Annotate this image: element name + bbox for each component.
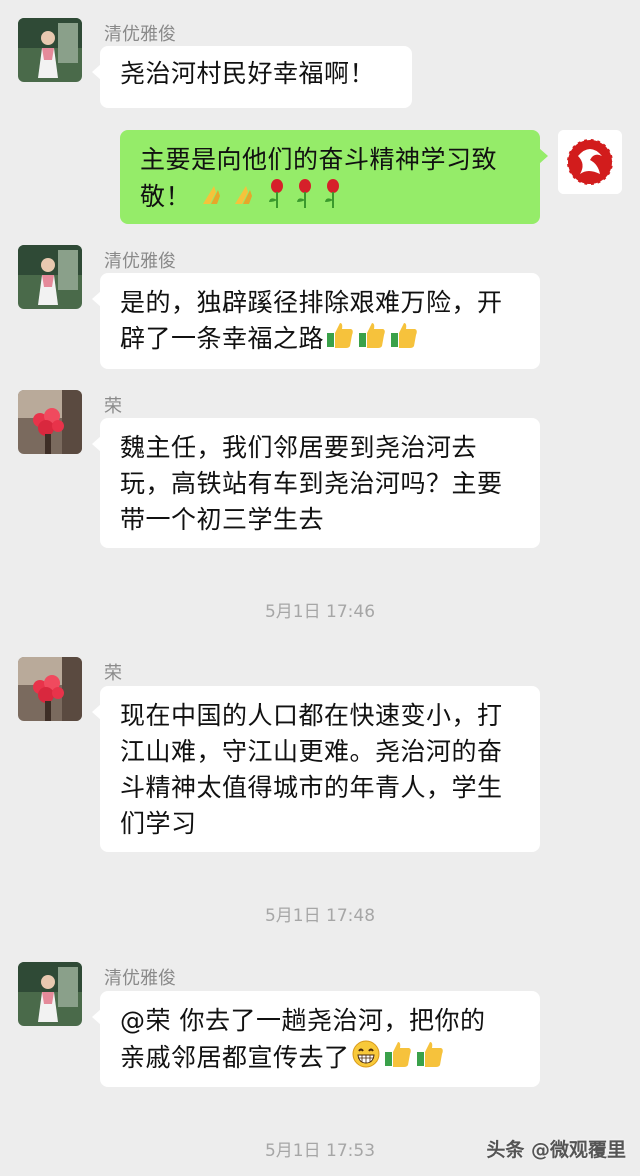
message-bubble[interactable]: 尧治河村民好幸福啊！ <box>92 46 412 108</box>
message-bubble[interactable]: 魏主任，我们邻居要到尧治河去 玩，高铁站有车到尧治河吗？主要 带一个初三学生去 <box>92 418 540 548</box>
message-text: 亲戚邻居都宣传去了 <box>120 1043 350 1072</box>
timestamp: 5月1日 17:48 <box>264 906 376 926</box>
timestamp: 5月1日 17:46 <box>264 602 376 622</box>
rose-icon <box>264 178 290 218</box>
avatar-qingyouyajun[interactable] <box>18 245 82 309</box>
message-text: 尧治河村民好幸福啊！ <box>120 59 376 88</box>
message-bubble[interactable]: 是的，独辟蹊径排除艰难万险，开 辟了一条幸福之路 <box>92 273 540 369</box>
praying-hands-icon <box>200 180 230 216</box>
rose-icon <box>292 178 318 218</box>
message-text: 敬！ <box>140 182 192 211</box>
thumbs-up-icon <box>389 321 419 359</box>
sender-name: 清优雅俊 <box>104 968 176 989</box>
message-bubble[interactable]: 现在中国的人口都在快速变小，打 江山难，守江山更难。尧治河的奋 斗精神太值得城市… <box>92 686 540 852</box>
message-text: 玩，高铁站有车到尧治河吗？主要 <box>120 469 503 498</box>
avatar-qingyouyajun[interactable] <box>18 962 82 1026</box>
message-text: 斗精神太值得城市的年青人，学生 <box>120 773 503 802</box>
sender-name: 荣 <box>104 663 122 684</box>
avatar-rong[interactable] <box>18 390 82 454</box>
avatar-self[interactable] <box>558 130 622 194</box>
avatar-qingyouyajun[interactable] <box>18 18 82 82</box>
rose-icon <box>320 178 346 218</box>
thumbs-up-icon <box>357 321 387 359</box>
message-text: 带一个初三学生去 <box>120 505 325 534</box>
message-text: 现在中国的人口都在快速变小，打 <box>120 701 503 730</box>
watermark: 头条 @微观覆里 <box>486 1139 626 1161</box>
message-bubble[interactable]: @荣 你去了一趟尧治河，把你的 亲戚邻居都宣传去了 <box>92 991 540 1087</box>
thumbs-up-icon <box>415 1040 445 1078</box>
message-text: 们学习 <box>120 809 197 838</box>
message-bubble-mine[interactable]: 主要是向他们的奋斗精神学习致 敬！ <box>120 130 548 224</box>
grinning-face-icon <box>351 1039 381 1079</box>
message-text: 江山难，守江山更难。尧治河的奋 <box>120 737 503 766</box>
sender-name: 清优雅俊 <box>104 24 176 45</box>
message-text: 辟了一条幸福之路 <box>120 324 325 353</box>
message-text: 主要是向他们的奋斗精神学习致 <box>140 145 498 174</box>
avatar-rong[interactable] <box>18 657 82 721</box>
thumbs-up-icon <box>383 1040 413 1078</box>
sender-name: 荣 <box>104 396 122 417</box>
message-text: @荣 你去了一趟尧治河，把你的 <box>120 1006 486 1035</box>
message-text: 魏主任，我们邻居要到尧治河去 <box>120 433 478 462</box>
message-text: 是的，独辟蹊径排除艰难万险，开 <box>120 288 503 317</box>
praying-hands-icon <box>232 180 262 216</box>
sender-name: 清优雅俊 <box>104 251 176 272</box>
thumbs-up-icon <box>325 321 355 359</box>
